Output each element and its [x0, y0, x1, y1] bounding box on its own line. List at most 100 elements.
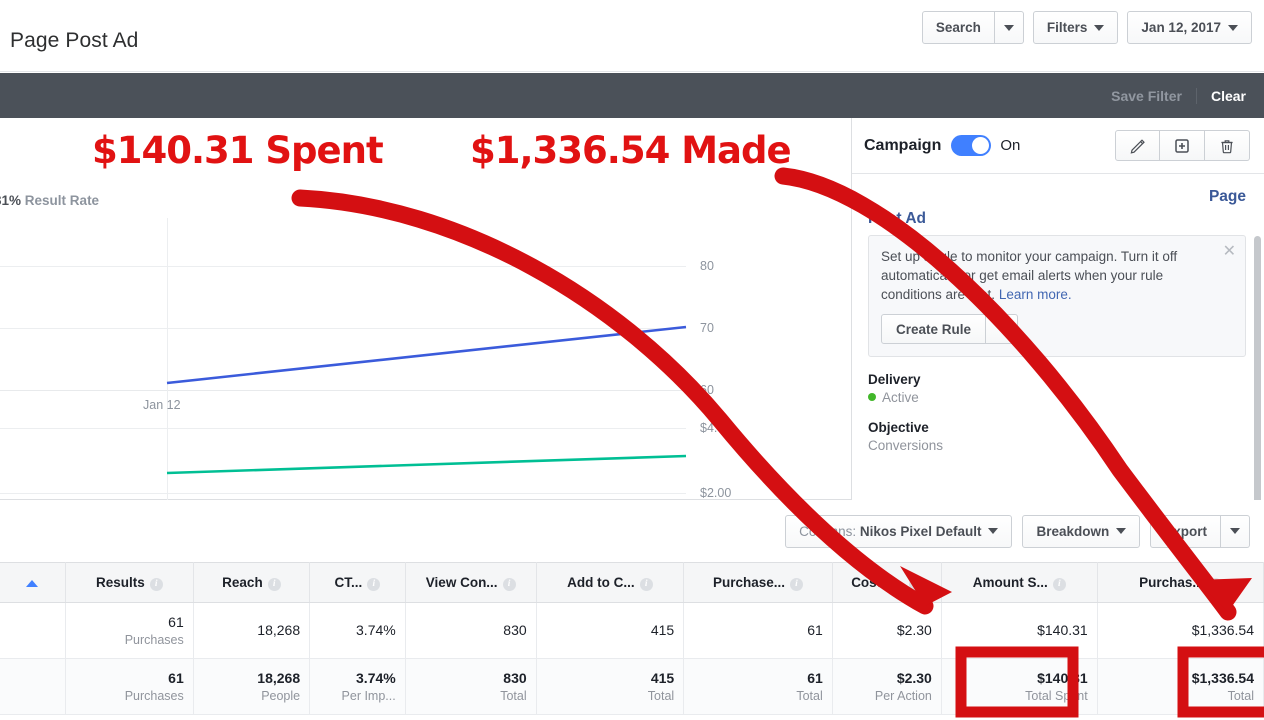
table-column-header[interactable]: Add to C... i: [536, 562, 685, 603]
table-cell: $2.30 Per Action: [832, 658, 942, 715]
table-cell: 3.74%: [309, 602, 406, 659]
table-column-header[interactable]: CT... i: [309, 562, 406, 603]
y-tick: 70: [700, 321, 714, 335]
table-cell: $1,336.54: [1097, 602, 1264, 659]
table-cell: 61 Total: [683, 658, 833, 715]
column-header-label: Results: [95, 574, 145, 590]
search-button-group[interactable]: Search: [921, 11, 1024, 44]
chevron-down-icon: [996, 326, 1007, 332]
table-cell: 415 Total: [536, 658, 685, 715]
save-filter-button[interactable]: Save Filter: [1097, 87, 1197, 104]
close-icon[interactable]: ✕: [1223, 244, 1236, 260]
cell-value: 61: [807, 622, 823, 638]
info-icon[interactable]: i: [1208, 577, 1222, 591]
export-button[interactable]: Export: [1150, 514, 1221, 548]
y-tick: 80: [700, 259, 714, 273]
app-root: Page Post Ad Search Filters Jan 12, 2017…: [0, 0, 1264, 720]
info-icon[interactable]: i: [149, 577, 163, 591]
table-cell: 61 Purchases: [65, 602, 194, 659]
cell-value: 830: [503, 669, 527, 686]
entity-name-link[interactable]: Page Post Ad: [868, 186, 1246, 229]
cell-value: 61: [807, 669, 823, 686]
export-dropdown-toggle[interactable]: [1221, 514, 1250, 548]
duplicate-button[interactable]: [1160, 130, 1205, 161]
table-cell: $140.31 Total Spent: [941, 658, 1098, 715]
page-title: Page Post Ad: [10, 29, 139, 52]
info-icon[interactable]: i: [267, 577, 281, 591]
learn-more-link[interactable]: Learn more.: [999, 287, 1072, 302]
table-row[interactable]: 61 Purchases 18,268 3.74% 830 415 61 $2.30 $140.…: [0, 602, 1264, 659]
cell-value: 415: [650, 669, 675, 686]
create-rule-dropdown-toggle[interactable]: [986, 314, 1019, 344]
cell-subtext: Total: [647, 688, 675, 703]
campaign-status-toggle[interactable]: [951, 135, 992, 156]
chart-panel: 31% Result Rate 80 70 60 $4.00 $2.00 Jan…: [0, 118, 851, 500]
date-range-button[interactable]: Jan 12, 2017: [1127, 11, 1252, 44]
clear-filter-button[interactable]: Clear: [1197, 88, 1264, 104]
table-toolbar: Columns: Nikos Pixel Default Breakdown E…: [0, 500, 1264, 562]
column-header-label: CT...: [334, 574, 363, 590]
panel-level-label: Campaign: [864, 136, 942, 154]
create-rule-button[interactable]: Create Rule: [881, 314, 987, 344]
table-sort-header[interactable]: [0, 562, 66, 603]
info-icon[interactable]: i: [909, 577, 923, 591]
columns-value: Nikos Pixel Default: [859, 523, 982, 539]
create-rule-button-group[interactable]: Create Rule: [881, 314, 1019, 344]
export-button-group[interactable]: Export: [1150, 514, 1250, 548]
column-header-label: Purchas...: [1139, 574, 1204, 590]
panel-body: Page Post Ad ✕ Set up a rule to monitor …: [852, 174, 1264, 552]
chevron-down-icon: [1228, 24, 1238, 31]
table-cell: [0, 658, 66, 715]
cell-value: $2.30: [896, 622, 932, 638]
info-icon[interactable]: i: [639, 577, 653, 591]
table-column-header[interactable]: Purchase... i: [683, 562, 833, 603]
duplicate-icon: [1175, 138, 1189, 153]
cell-subtext: People: [261, 688, 301, 703]
series-line-results: [166, 325, 687, 385]
cell-value: 18,268: [257, 669, 301, 686]
table-column-header[interactable]: Reach i: [193, 562, 311, 603]
chevron-down-icon: [1116, 528, 1127, 534]
y-tick: $4.00: [700, 421, 732, 435]
metrics-table: Results i Reach i CT... i View Con... i Add to C…: [0, 562, 1264, 715]
header-actions: Search Filters Jan 12, 2017: [921, 11, 1252, 44]
rule-notice-card: ✕ Set up a rule to monitor your campaign…: [868, 235, 1246, 357]
cell-value: $1,336.54: [1191, 622, 1254, 638]
table-column-header[interactable]: Amount S... i: [941, 562, 1098, 603]
objective-value: Conversions: [868, 438, 944, 453]
info-icon[interactable]: i: [790, 577, 803, 591]
info-icon[interactable]: i: [502, 577, 516, 591]
chevron-down-icon: [988, 528, 999, 534]
filters-button[interactable]: Filters: [1032, 11, 1119, 44]
info-icon[interactable]: i: [367, 577, 381, 591]
edit-button[interactable]: [1115, 130, 1160, 161]
table-cell: 18,268 People: [193, 658, 311, 715]
panel-icon-buttons: [1115, 130, 1250, 161]
chart-metric-label: 31% Result Rate: [0, 193, 99, 208]
table-cell: 18,268: [193, 602, 311, 659]
chart-metric-value: 31%: [0, 193, 22, 208]
columns-prefix: Columns:: [799, 523, 857, 539]
search-dropdown-toggle[interactable]: [994, 11, 1024, 44]
table-summary-row[interactable]: 61 Purchases 18,268 People 3.74% Per Imp... 83…: [0, 658, 1264, 715]
series-line-cost: [166, 454, 687, 475]
table-cell: 830 Total: [405, 658, 537, 715]
search-button[interactable]: Search: [921, 11, 995, 44]
cell-subtext: Total Spent: [1025, 688, 1088, 703]
table-cell: [0, 602, 66, 659]
table-column-header[interactable]: Purchas... i: [1097, 562, 1264, 603]
breakdown-button[interactable]: Breakdown: [1022, 514, 1141, 548]
columns-button[interactable]: Columns: Nikos Pixel Default: [785, 514, 1013, 548]
cell-value: $1,336.54: [1191, 669, 1254, 686]
chart-metric-name: Result Rate: [24, 193, 100, 208]
table-column-header[interactable]: Results i: [65, 562, 194, 603]
table-column-header[interactable]: Cost p... i: [832, 562, 942, 603]
delivery-field: Delivery Active: [868, 372, 1246, 405]
delete-button[interactable]: [1205, 130, 1250, 161]
table-column-header[interactable]: View Con... i: [405, 562, 537, 603]
column-header-label: View Con...: [425, 574, 498, 590]
info-icon[interactable]: i: [1052, 577, 1066, 591]
cell-subtext: Per Imp...: [341, 688, 396, 703]
y-tick: $2.00: [700, 486, 732, 500]
cell-subtext: Per Action: [874, 688, 932, 703]
